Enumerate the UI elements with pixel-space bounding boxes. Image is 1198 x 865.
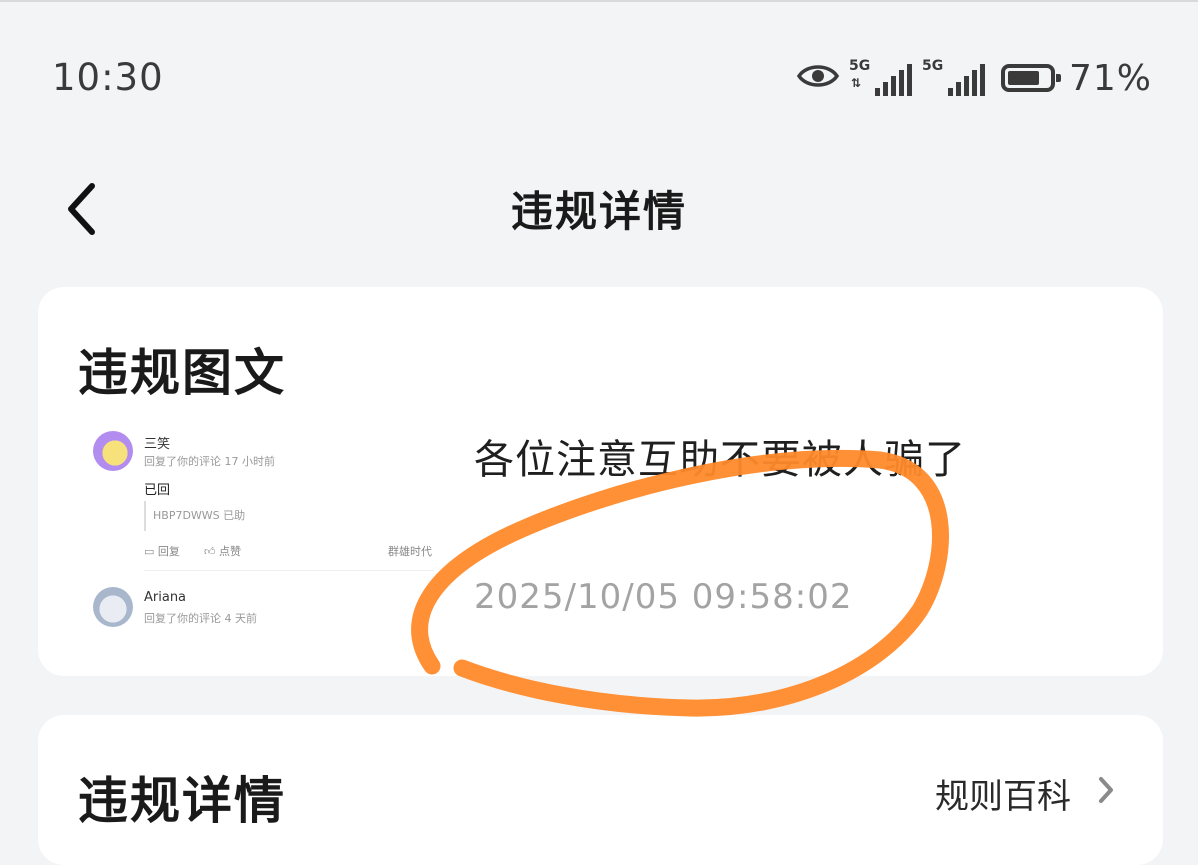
status-time: 10:30	[52, 56, 164, 99]
battery-percent: 71%	[1068, 57, 1152, 99]
comment-quote: HBP7DWWS 已助	[144, 501, 245, 531]
comment-meta: 回复了你的评论 4 天前	[144, 612, 257, 625]
violation-details-card: 违规详情 规则百科	[38, 715, 1163, 865]
eye-icon	[796, 63, 840, 93]
comment-meta: 回复了你的评论 17 小时前	[144, 455, 275, 468]
section-title: 违规图文	[78, 344, 286, 402]
chevron-right-icon	[1097, 774, 1115, 814]
comment-author: Ariana	[144, 590, 187, 605]
rules-link-label: 规则百科	[935, 777, 1071, 817]
like-action: 👍︎ 点赞	[204, 545, 241, 558]
comment-source: 群雄时代	[388, 545, 432, 558]
post-text: 各位注意互助不要被人骗了	[474, 437, 966, 483]
network-type-label: 5G	[848, 58, 871, 74]
avatar	[93, 431, 133, 471]
signal-icon-sim1: 5G ⇅	[848, 58, 912, 96]
battery-icon	[1000, 64, 1061, 92]
network-type-label: 5G	[921, 58, 944, 74]
reply-action: ▭ 回复	[144, 545, 180, 558]
section-title: 违规详情	[78, 772, 286, 830]
status-bar-icons: 5G ⇅ 5G 71%	[796, 56, 1152, 100]
page-title: 违规详情	[510, 187, 687, 236]
comment-author: 三笑	[144, 437, 171, 452]
comment-reply: 已回	[144, 483, 171, 498]
signal-icon-sim2: 5G	[921, 58, 985, 96]
post-timestamp: 2025/10/05 09:58:02	[474, 577, 853, 617]
data-arrows-icon: ⇅	[850, 76, 862, 90]
post-thumbnail[interactable]: 三笑 回复了你的评论 17 小时前 已回 HBP7DWWS 已助 ▭ 回复 👍︎…	[90, 425, 435, 635]
top-divider	[0, 0, 1198, 2]
avatar	[93, 587, 133, 627]
rules-encyclopedia-link[interactable]: 规则百科	[935, 769, 1115, 818]
divider	[144, 570, 434, 571]
violation-post-card: 违规图文 三笑 回复了你的评论 17 小时前 已回 HBP7DWWS 已助 ▭ …	[38, 287, 1163, 676]
